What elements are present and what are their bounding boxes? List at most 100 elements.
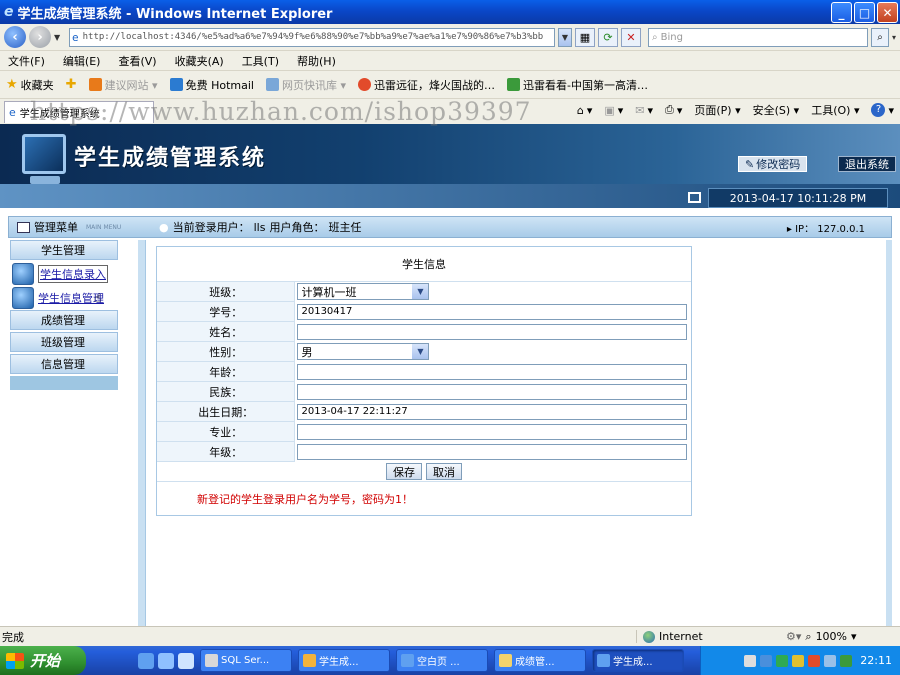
history-dropdown-icon[interactable]: ▼ [54, 33, 62, 42]
grade-input[interactable] [297, 443, 688, 460]
menu-help[interactable]: 帮助(H) [297, 53, 336, 69]
ethnicity-cell [294, 381, 691, 402]
search-icon[interactable]: ⌕ [871, 27, 889, 47]
form-row-id: 学号： 20130417 [157, 301, 691, 322]
tools-menu[interactable]: 工具(O) ▾ [811, 102, 859, 118]
student-add-icon [12, 263, 34, 285]
search-input[interactable]: ⌕ Bing [648, 27, 868, 47]
sidebar-menu: 学生管理 学生信息录入 学生信息管理 ☝ 成绩管理 班级管理 信息管理 [10, 240, 122, 394]
quicklaunch-ie-icon[interactable] [138, 652, 154, 669]
sidebar-subitem-add-student[interactable]: 学生信息录入 [10, 262, 122, 286]
hotmail-icon [169, 78, 183, 91]
ethnicity-input[interactable] [297, 383, 688, 400]
safety-menu[interactable]: 安全(S) ▾ [753, 102, 800, 118]
minimize-button[interactable]: _ [831, 2, 852, 23]
form-row-name: 姓名： [157, 321, 691, 342]
close-button[interactable]: ✕ [877, 2, 898, 23]
age-input[interactable] [297, 363, 688, 380]
back-button[interactable]: ‹ [4, 26, 26, 48]
name-input[interactable] [297, 323, 688, 340]
sidebar-item-student-mgmt[interactable]: 学生管理 [10, 240, 118, 260]
taskbar-item-vs-project[interactable]: 学生成... [298, 649, 390, 672]
mail-button[interactable]: ✉ ▾ [635, 104, 653, 117]
antivirus-icon[interactable] [840, 654, 853, 667]
gear-icon [12, 287, 34, 309]
volume-icon[interactable] [824, 654, 837, 667]
taskbar: 开始 SQL Ser... 学生成... 空白页 ... 成绩管... 学生成.… [0, 646, 900, 675]
security-zone: Internet [636, 630, 776, 643]
ethnicity-label: 民族： [209, 385, 243, 399]
zoom-control[interactable]: ⚙▾ ⌕ 100% ▾ [776, 630, 857, 644]
chevron-down-icon: ▼ [412, 344, 429, 359]
cancel-button[interactable]: 取消 [426, 463, 462, 480]
menu-title: 管理菜单 [34, 221, 78, 234]
page-menu[interactable]: 页面(P) ▾ [694, 102, 740, 118]
fav-label: 建议网站 ▾ [104, 78, 158, 92]
birthdate-input[interactable]: 2013-04-17 22:11:27 [297, 403, 688, 420]
tab-current[interactable]: e 学生成绩管理系统 [4, 101, 154, 123]
maximize-button[interactable]: □ [854, 2, 875, 23]
fav-label: 迅雷看看-中国第一高清… [523, 78, 648, 92]
student-id-input[interactable]: 20130417 [297, 303, 688, 320]
forward-button[interactable]: › [29, 26, 51, 48]
fav-suggested-sites[interactable]: 建议网站 ▾ [88, 77, 158, 93]
home-button[interactable]: ⌂ ▾ [577, 104, 593, 117]
feeds-icon: ▣ [604, 103, 615, 117]
task-label: 成绩管... [515, 657, 555, 668]
add-student-link[interactable]: 学生信息录入 [38, 265, 108, 283]
add-favorite-icon[interactable]: ✚ [66, 77, 77, 92]
quicklaunch-ie2-icon[interactable] [158, 652, 174, 669]
fav-xunlei-game[interactable]: 迅雷远征，烽火国战的… [358, 77, 495, 93]
menu-file[interactable]: 文件(F) [8, 53, 45, 69]
sidebar-footer [10, 376, 118, 390]
start-label: 开始 [30, 652, 61, 670]
compatibility-view-icon[interactable]: ▦ [575, 27, 595, 47]
search-options-icon[interactable]: ▾ [892, 33, 900, 42]
taskbar-item-folder[interactable]: 成绩管... [494, 649, 586, 672]
refresh-icon[interactable]: ⟳ [598, 27, 618, 47]
help-button[interactable]: ? ▾ [871, 103, 894, 117]
tab-bar: e 学生成绩管理系统 ⌂ ▾ ▣ ▾ ✉ ▾ ⎙ ▾ 页面(P) ▾ 安全(S) ▾ 工… [0, 98, 900, 124]
major-input[interactable] [297, 423, 688, 440]
address-toolbar: ‹ › ▼ e http://localhost:4346/%e5%ad%a6%… [0, 24, 900, 50]
stop-icon[interactable]: ✕ [621, 27, 641, 47]
qq-icon[interactable] [792, 654, 805, 667]
taskbar-item-blank-page[interactable]: 空白页 ... [396, 649, 488, 672]
quicklaunch-desktop-icon[interactable] [178, 652, 194, 669]
security-shield-icon[interactable] [808, 654, 821, 667]
sidebar-subitem-manage-student[interactable]: 学生信息管理 ☝ [10, 286, 122, 310]
print-button[interactable]: ⎙ ▾ [665, 103, 682, 117]
page-icon: e [72, 30, 79, 44]
sidebar-item-grades[interactable]: 成绩管理 [10, 310, 118, 330]
class-label: 班级： [209, 285, 243, 299]
favorites-button[interactable]: ★ 收藏夹 [6, 77, 54, 93]
taskbar-item-ie-active[interactable]: 学生成... [592, 649, 684, 672]
sidebar-item-classes[interactable]: 班级管理 [10, 332, 118, 352]
grade-cell [294, 441, 691, 462]
sidebar-item-info[interactable]: 信息管理 [10, 354, 118, 374]
feeds-button[interactable]: ▣ ▾ [604, 104, 623, 117]
logout-button[interactable]: 退出系统 [838, 156, 896, 172]
form-row-grade: 年级： [157, 441, 691, 462]
network-icon[interactable] [776, 654, 789, 667]
gender-select[interactable]: 男 ▼ [297, 343, 430, 360]
role-value: 班主任 [328, 221, 362, 234]
fav-xunlei-kankan[interactable]: 迅雷看看-中国第一高清… [507, 77, 648, 93]
keyboard-icon[interactable] [744, 654, 757, 667]
menu-view[interactable]: 查看(V) [118, 53, 156, 69]
address-dropdown-icon[interactable]: ▼ [558, 27, 572, 47]
fav-web-slice-gallery[interactable]: 网页快讯库 ▾ [265, 77, 346, 93]
gender-label: 性别： [209, 345, 243, 359]
address-input[interactable]: e http://localhost:4346/%e5%ad%a6%e7%94%… [69, 27, 555, 47]
save-button[interactable]: 保存 [386, 463, 422, 480]
menu-edit[interactable]: 编辑(E) [63, 53, 101, 69]
taskbar-item-sql-server[interactable]: SQL Ser... [200, 649, 292, 672]
menu-favorites[interactable]: 收藏夹(A) [175, 53, 224, 69]
start-button[interactable]: 开始 [0, 646, 86, 675]
menu-tools[interactable]: 工具(T) [242, 53, 279, 69]
ip-value: 127.0.0.1 [817, 223, 865, 235]
change-password-button[interactable]: ✎ 修改密码 [738, 156, 808, 172]
class-select[interactable]: 计算机一班 ▼ [297, 283, 430, 300]
input-method-icon[interactable] [760, 654, 773, 667]
fav-hotmail[interactable]: 免费 Hotmail [169, 77, 254, 93]
